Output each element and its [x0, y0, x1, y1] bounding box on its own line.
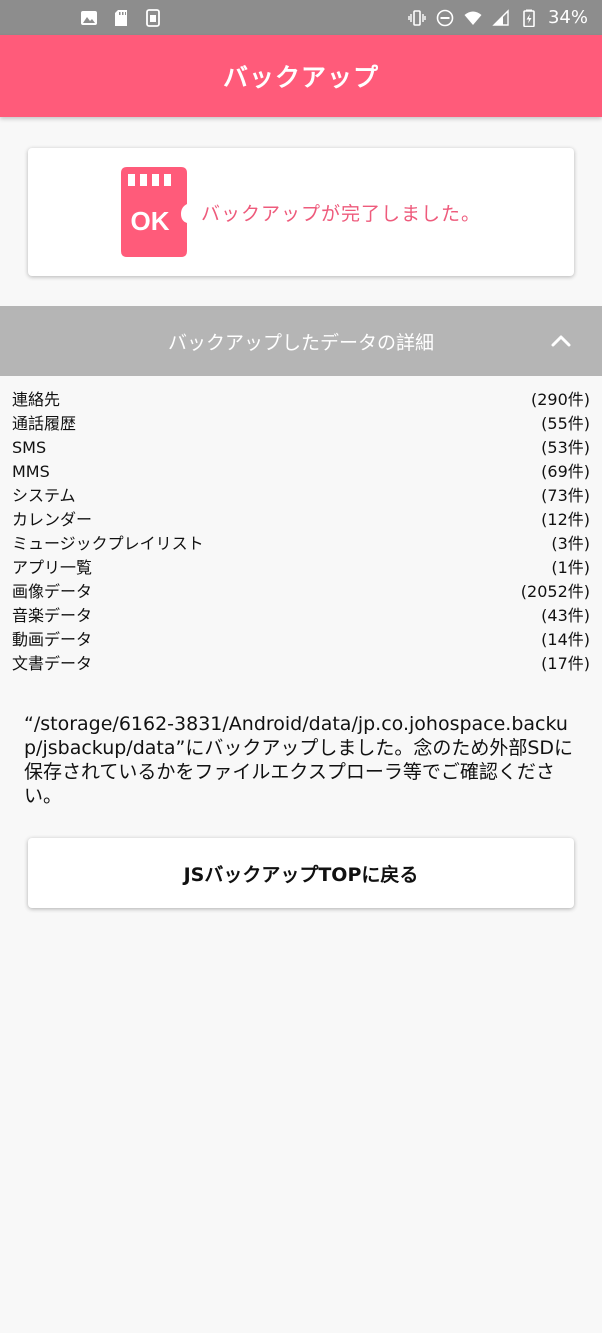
list-item-count: (43件) [541, 606, 590, 625]
list-item: 音楽データ (43件) [12, 604, 590, 628]
list-item-label: ミュージックプレイリスト [12, 534, 204, 553]
battery-percent: 34% [547, 7, 588, 28]
back-to-top-button[interactable]: JSバックアップTOPに戻る [28, 838, 574, 908]
phone-sd-icon [146, 8, 160, 27]
list-item-count: (1件) [551, 558, 590, 577]
details-list: 連絡先 (290件) 通話履歴 (55件) SMS (53件) MMS (69件) システム (7… [12, 388, 590, 676]
backup-location-note: “/storage/6162-3831/Android/data/jp.co.j… [24, 713, 574, 807]
backup-complete-card: OK バックアップが完了しました。 [28, 148, 574, 276]
list-item-count: (290件) [530, 390, 590, 409]
list-item-label: 動画データ [12, 630, 93, 649]
status-bar: 34% [0, 0, 602, 35]
signal-icon [492, 8, 509, 26]
list-item: 画像データ (2052件) [12, 580, 590, 604]
sd-card-icon [115, 9, 127, 26]
status-bar-right: 34% [408, 7, 588, 28]
list-item-label: MMS [12, 462, 50, 481]
list-item: 通話履歴 (55件) [12, 412, 590, 436]
list-item-count: (2052件) [520, 582, 590, 601]
list-item-count: (55件) [541, 414, 590, 433]
app-bar: バックアップ [0, 35, 602, 117]
list-item-count: (69件) [541, 462, 590, 481]
do-not-disturb-icon [436, 9, 454, 26]
list-item-count: (53件) [541, 438, 590, 457]
list-item-label: 画像データ [12, 582, 93, 601]
list-item-label: システム [12, 486, 76, 505]
list-item: 連絡先 (290件) [12, 388, 590, 412]
list-item-count: (17件) [541, 654, 590, 673]
battery-icon [523, 9, 535, 27]
list-item: アプリ一覧 (1件) [12, 556, 590, 580]
list-item-count: (3件) [551, 534, 590, 553]
list-item: 文書データ (17件) [12, 652, 590, 676]
list-item: ミュージックプレイリスト (3件) [12, 532, 590, 556]
vibrate-icon [408, 9, 426, 26]
list-item: MMS (69件) [12, 460, 590, 484]
list-item: カレンダー (12件) [12, 508, 590, 532]
details-section-title: バックアップしたデータの詳細 [167, 331, 434, 354]
list-item: システム (73件) [12, 484, 590, 508]
list-item-count: (73件) [541, 486, 590, 505]
details-section-header[interactable]: バックアップしたデータの詳細 [0, 306, 602, 376]
sd-card-ok-icon: OK [120, 167, 187, 257]
list-item-label: 音楽データ [12, 606, 93, 625]
wifi-icon [464, 11, 482, 25]
app-bar-title: バックアップ [222, 63, 379, 92]
list-item: SMS (53件) [12, 436, 590, 460]
list-item-label: 連絡先 [12, 390, 61, 409]
list-item: 動画データ (14件) [12, 628, 590, 652]
list-item-label: カレンダー [12, 510, 93, 529]
list-item-label: 通話履歴 [12, 414, 77, 433]
list-item-label: 文書データ [12, 654, 93, 673]
backup-complete-message: バックアップが完了しました。 [200, 202, 481, 225]
list-item-count: (12件) [541, 510, 590, 529]
list-item-label: アプリ一覧 [12, 558, 93, 577]
ok-badge-text: OK [130, 206, 169, 236]
chevron-up-icon[interactable] [550, 330, 572, 352]
image-icon [81, 10, 97, 25]
list-item-count: (14件) [541, 630, 590, 649]
status-bar-left [80, 8, 162, 27]
list-item-label: SMS [12, 438, 47, 457]
